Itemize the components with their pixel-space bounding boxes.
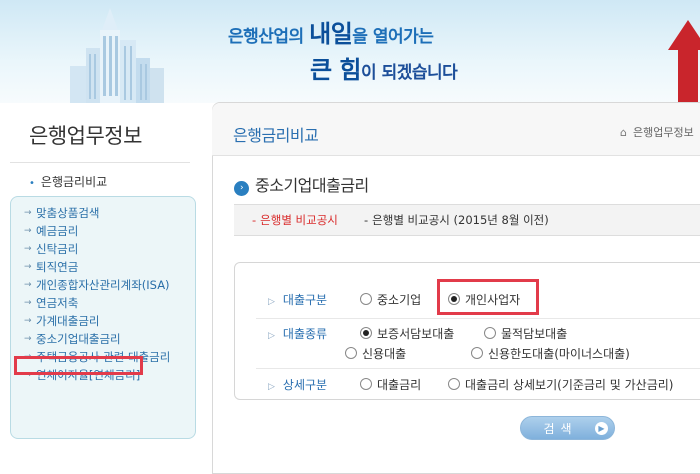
arrow-right-icon: → — [24, 316, 32, 326]
sidebar-item-label: 신탁금리 — [36, 242, 79, 256]
loan-type-label: ▷ 대출구분 — [268, 291, 327, 308]
double-chevron-icon: ▷ — [268, 297, 275, 307]
tab-bank-comparison-before-2015[interactable]: - 은행별 비교공시 (2015년 8월 이전) — [364, 212, 549, 228]
row-divider — [256, 318, 700, 319]
sidebar-item-label: 예금금리 — [36, 224, 79, 238]
arrow-right-icon: → — [24, 226, 32, 236]
tab-bank-comparison[interactable]: - 은행별 비교공시 — [252, 212, 338, 228]
arrow-right-icon: → — [24, 298, 32, 308]
breadcrumb-item[interactable]: 은행업무정보 — [633, 126, 694, 139]
radio-label: 신용대출 — [362, 347, 407, 361]
radio-credit-line-loan[interactable]: 신용한도대출(마이너스대출) — [471, 345, 630, 362]
slogan-part: 이 되겠습니다 — [361, 63, 458, 83]
section-title-text: 중소기업대출금리 — [255, 176, 369, 195]
radio-loan-rate-detail[interactable]: 대출금리 상세보기(기준금리 및 가산금리) — [448, 376, 674, 393]
red-arrow-decoration — [668, 20, 700, 103]
radio-button[interactable] — [484, 327, 496, 339]
radio-button[interactable] — [471, 347, 483, 359]
slogan-emphasis: 큰 힘 — [310, 56, 362, 84]
sidebar-item-trust-rate[interactable]: → 신탁금리 — [10, 242, 196, 257]
radio-button[interactable] — [448, 378, 460, 390]
sidebar-category[interactable]: 은행금리비교 — [29, 173, 107, 190]
radio-button-selected[interactable] — [360, 327, 372, 339]
arrow-right-icon: → — [24, 262, 32, 272]
radio-credit-loan[interactable]: 신용대출 — [345, 345, 406, 362]
label-text: 대출구분 — [282, 293, 328, 307]
label-text: 대출종류 — [282, 327, 328, 341]
breadcrumb: ⌂ 은행업무정보 — [620, 124, 694, 140]
page-title: 은행금리비교 — [233, 126, 319, 145]
search-button-label: 검색 — [543, 422, 578, 436]
sidebar-item-pension[interactable]: → 퇴직연금 — [10, 260, 196, 275]
slogan-part: 은행산업의 — [228, 27, 310, 47]
radio-label: 물적담보대출 — [501, 327, 568, 341]
sidebar-item-deposit-rate[interactable]: → 예금금리 — [10, 224, 196, 239]
slogan-part: 을 열어가는 — [352, 27, 434, 47]
radio-label: 대출금리 — [377, 378, 422, 392]
detail-type-label: ▷ 상세구분 — [268, 376, 327, 393]
row-divider — [256, 368, 700, 369]
arrow-right-icon: → — [24, 280, 32, 290]
tab-label: 은행별 비교공시 — [260, 213, 338, 227]
sidebar-item-label: 중소기업대출금리 — [36, 332, 121, 346]
banner-slogan-line2: 큰 힘이 되겠습니다 — [310, 50, 458, 85]
option-highlight-box — [437, 279, 539, 315]
sidebar-item-label: 맞춤상품검색 — [36, 206, 100, 220]
sidebar-item-label: 퇴직연금 — [36, 260, 79, 274]
radio-label: 대출금리 상세보기(기준금리 및 가산금리) — [465, 378, 674, 392]
city-skyline-illustration — [70, 8, 164, 103]
tab-label: 은행별 비교공시 (2015년 8월 이전) — [372, 213, 549, 227]
arrow-right-icon: → — [24, 208, 32, 218]
top-banner: 은행산업의 내일을 열어가는 큰 힘이 되겠습니다 — [0, 0, 700, 103]
section-title: › 중소기업대출금리 — [234, 172, 369, 196]
radio-collateral-loan[interactable]: 물적담보대출 — [484, 325, 567, 342]
sidebar-item-household-loan[interactable]: → 가계대출금리 — [10, 314, 196, 329]
radio-button[interactable] — [360, 378, 372, 390]
home-icon[interactable]: ⌂ — [620, 126, 627, 139]
loan-kind-label: ▷ 대출종류 — [268, 325, 327, 342]
radio-label: 중소기업 — [377, 293, 422, 307]
sidebar-item-label: 가계대출금리 — [36, 314, 100, 328]
sidebar-item-sme-loan[interactable]: → 중소기업대출금리 — [10, 332, 196, 347]
arrow-right-icon: → — [24, 244, 32, 254]
double-chevron-icon: ▷ — [268, 331, 275, 341]
sidebar-divider — [10, 162, 190, 163]
sidebar-item-label: 연금저축 — [36, 296, 79, 310]
radio-button[interactable] — [345, 347, 357, 359]
radio-label: 보증서담보대출 — [377, 327, 455, 341]
radio-sme[interactable]: 중소기업 — [360, 291, 421, 308]
sidebar-item-isa[interactable]: → 개인종합자산관리계좌(ISA) — [10, 278, 196, 293]
chevron-circle-icon: › — [234, 181, 249, 196]
arrow-right-circle-icon: ▶ — [595, 422, 608, 435]
radio-button[interactable] — [360, 293, 372, 305]
label-text: 상세구분 — [282, 378, 328, 392]
arrow-right-icon: → — [24, 334, 32, 344]
sidebar-item-custom-search[interactable]: → 맞춤상품검색 — [10, 206, 196, 221]
sidebar-item-pension-savings[interactable]: → 연금저축 — [10, 296, 196, 311]
banner-slogan-line1: 은행산업의 내일을 열어가는 — [228, 14, 434, 49]
sidebar-highlight-box — [14, 356, 143, 375]
search-button[interactable]: 검색 ▶ — [520, 416, 615, 440]
radio-guarantee-loan[interactable]: 보증서담보대출 — [360, 325, 454, 342]
radio-label: 신용한도대출(마이너스대출) — [488, 347, 630, 361]
radio-loan-rate[interactable]: 대출금리 — [360, 376, 421, 393]
sidebar-item-label: 개인종합자산관리계좌(ISA) — [36, 278, 170, 292]
double-chevron-icon: ▷ — [268, 382, 275, 392]
sidebar-title: 은행업무정보 — [29, 124, 142, 148]
slogan-emphasis: 내일 — [309, 20, 353, 48]
